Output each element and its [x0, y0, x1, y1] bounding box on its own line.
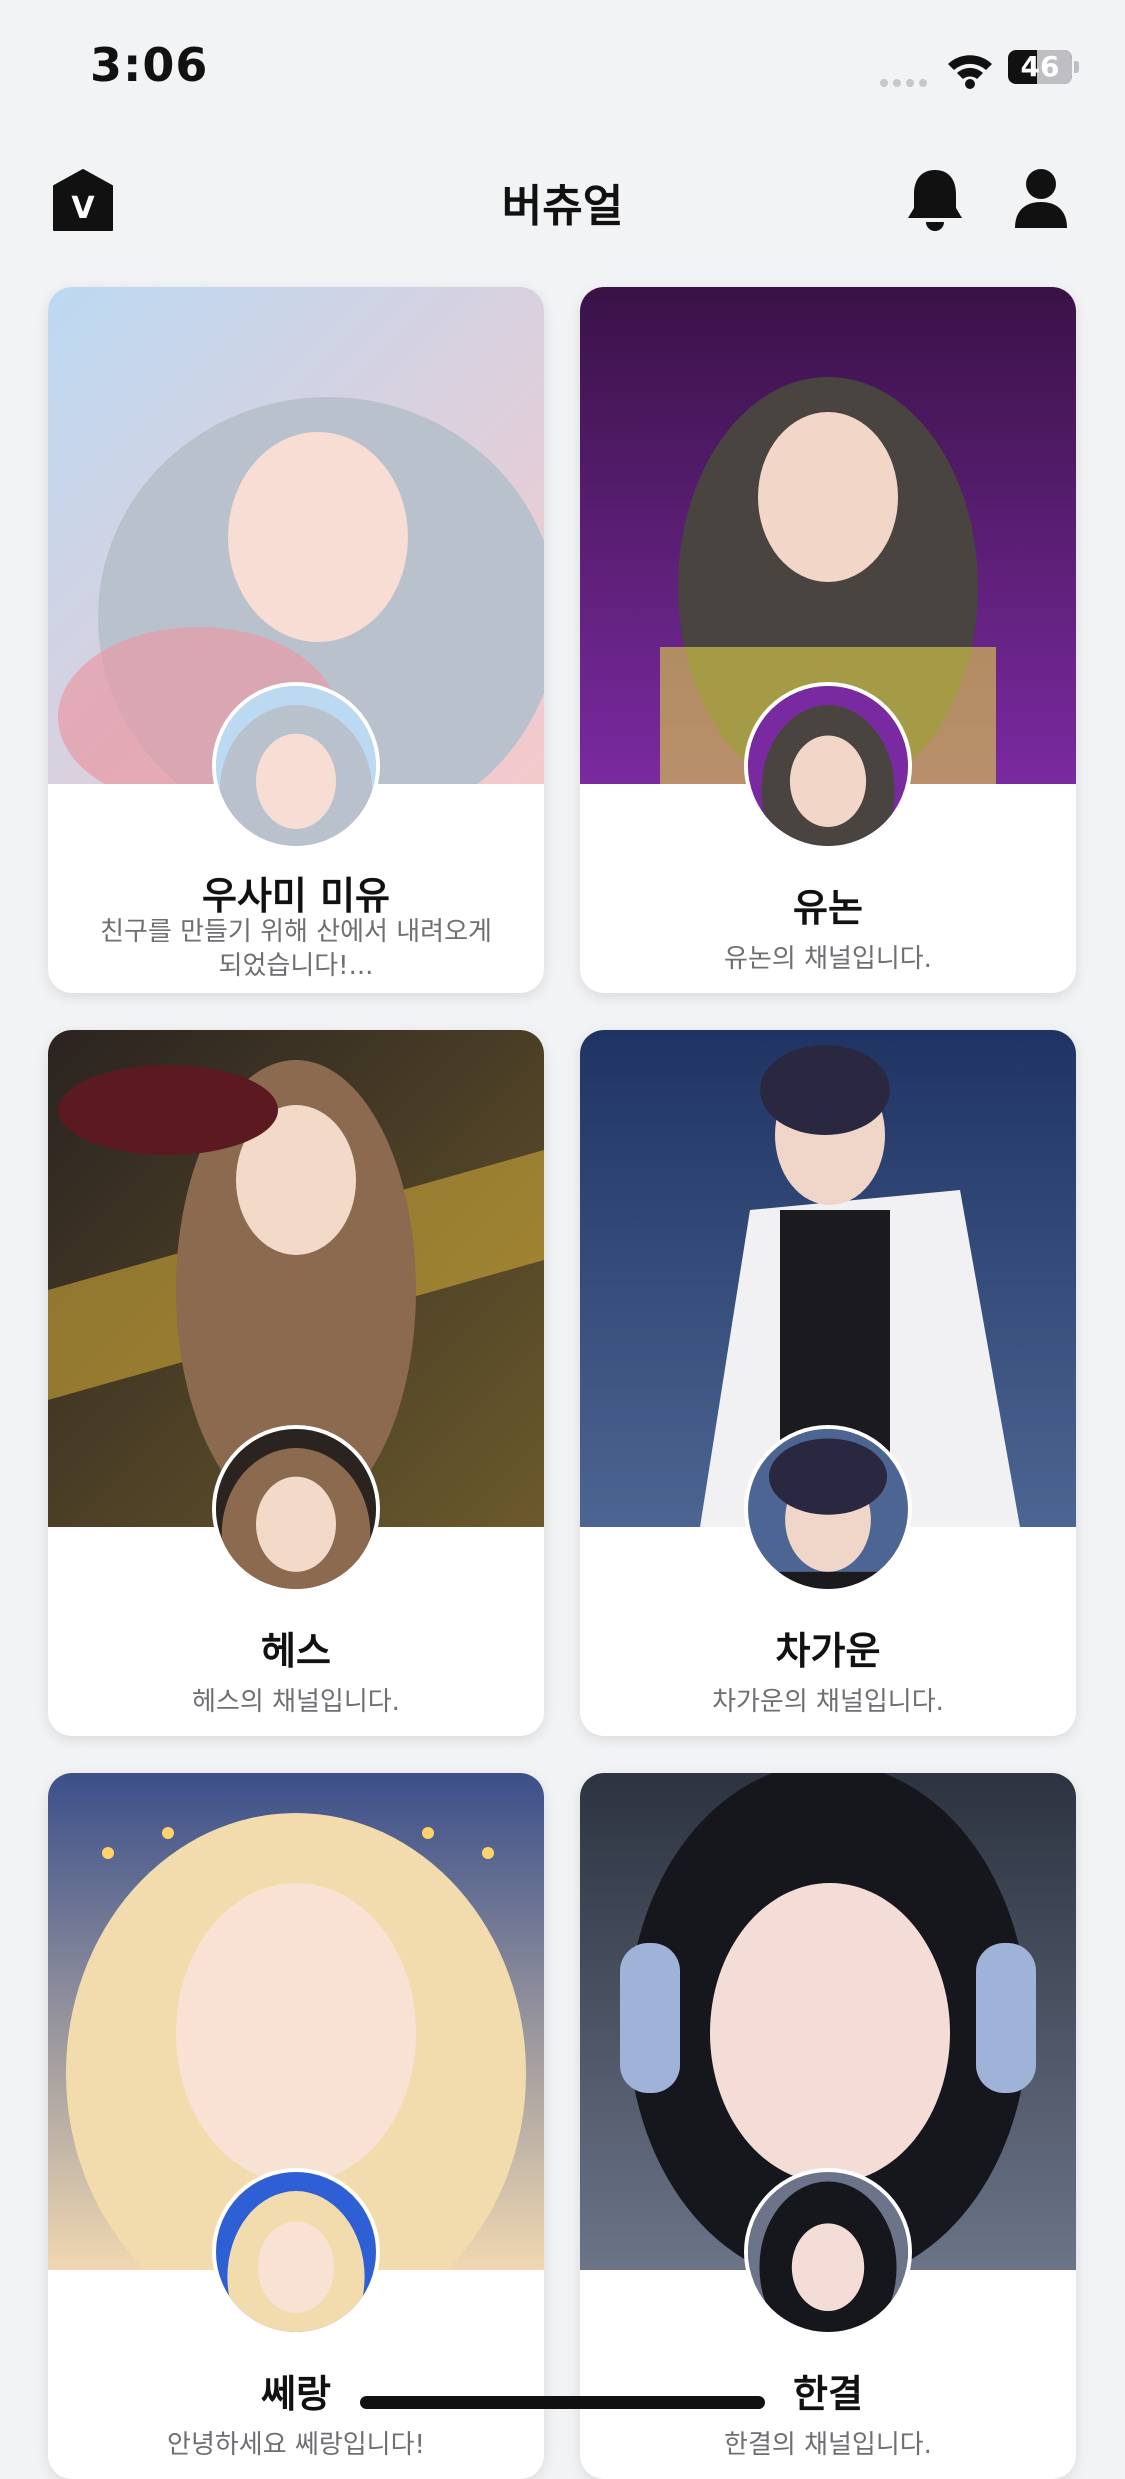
vtuber-name: 차가운: [775, 1629, 881, 1673]
vtuber-description: 차가운의 채널입니다.: [712, 1687, 944, 1717]
avatar: [744, 2168, 912, 2336]
avatar: [744, 682, 912, 850]
vtuber-description: 헤스의 채널입니다.: [192, 1687, 400, 1717]
vtuber-card[interactable]: 유논 유논의 채널입니다.: [580, 287, 1076, 993]
vtuber-card[interactable]: 한결 한결의 채널입니다.: [580, 1773, 1076, 2479]
vtuber-grid: 우사미 미유 친구를 만들기 위해 산에서 내려오게 되었습니다!... 유논 …: [0, 0, 1125, 2479]
avatar: [212, 2168, 380, 2336]
vtuber-description: 유논의 채널입니다.: [724, 944, 932, 974]
vtuber-card[interactable]: 쎄랑 안녕하세요 쎄랑입니다!: [48, 1773, 544, 2479]
vtuber-name: 헤스: [261, 1629, 331, 1673]
vtuber-card[interactable]: 헤스 헤스의 채널입니다.: [48, 1030, 544, 1736]
vtuber-description: 안녕하세요 쎄랑입니다!: [167, 2430, 425, 2460]
vtuber-card[interactable]: 차가운 차가운의 채널입니다.: [580, 1030, 1076, 1736]
home-indicator[interactable]: [360, 2396, 765, 2409]
vtuber-card[interactable]: 우사미 미유 친구를 만들기 위해 산에서 내려오게 되었습니다!...: [48, 287, 544, 993]
vtuber-name: 한결: [793, 2372, 863, 2416]
vtuber-name: 우사미 미유: [201, 874, 391, 918]
vtuber-description: 한결의 채널입니다.: [724, 2430, 932, 2460]
avatar: [744, 1425, 912, 1593]
vtuber-description: 친구를 만들기 위해 산에서 내려오게 되었습니다!...: [100, 917, 492, 981]
vtuber-name: 쎄랑: [261, 2372, 331, 2416]
vtuber-name: 유논: [793, 886, 863, 930]
avatar: [212, 1425, 380, 1593]
avatar: [212, 682, 380, 850]
